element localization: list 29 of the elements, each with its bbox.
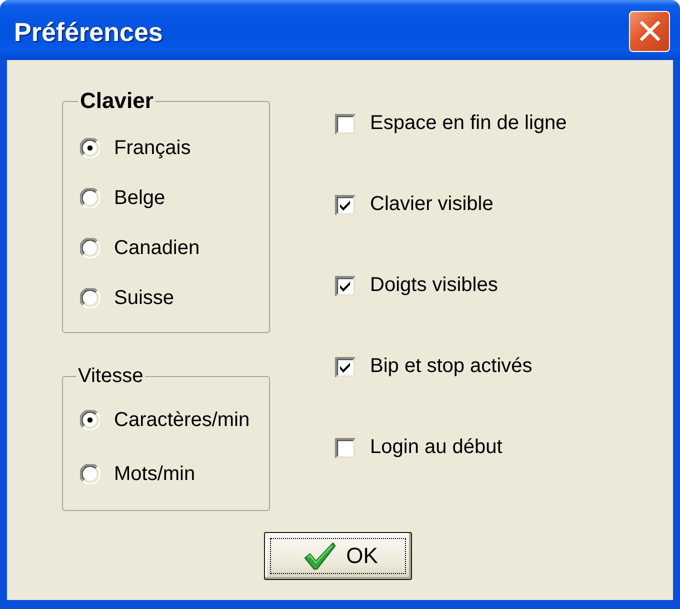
radio-button[interactable]: [80, 464, 100, 484]
checkbox-label[interactable]: Clavier visible: [370, 193, 494, 216]
group-title: Clavier: [79, 89, 154, 113]
checkmark-icon: [304, 541, 336, 571]
close-icon: [638, 20, 660, 42]
checkbox-label[interactable]: Espace en fin de ligne: [370, 112, 567, 135]
checkbox[interactable]: [335, 438, 355, 458]
radio-label[interactable]: Mots/min: [114, 462, 196, 486]
ok-button[interactable]: OK: [264, 532, 412, 580]
radio-button[interactable]: [80, 288, 100, 308]
radio-button[interactable]: [80, 188, 100, 208]
checkbox[interactable]: [335, 114, 355, 134]
checkbox[interactable]: [335, 276, 355, 296]
close-button[interactable]: [629, 10, 670, 52]
checkbox-label[interactable]: Login au début: [370, 436, 502, 459]
radio-button[interactable]: [80, 410, 100, 430]
radio-label[interactable]: Canadien: [114, 236, 200, 260]
radio-label[interactable]: Français: [114, 136, 191, 160]
checkbox[interactable]: [335, 194, 355, 214]
checkbox[interactable]: [335, 356, 355, 376]
radio-button[interactable]: [80, 238, 100, 258]
group-title: Vitesse: [77, 364, 144, 388]
radio-label[interactable]: Belge: [114, 186, 166, 210]
radio-button[interactable]: [80, 138, 100, 158]
radio-label[interactable]: Caractères/min: [114, 408, 250, 432]
checkbox-label[interactable]: Bip et stop activés: [370, 355, 532, 378]
checkbox-label[interactable]: Doigts visibles: [370, 274, 498, 297]
radio-label[interactable]: Suisse: [114, 286, 174, 310]
window-title: Préférences: [14, 17, 163, 47]
